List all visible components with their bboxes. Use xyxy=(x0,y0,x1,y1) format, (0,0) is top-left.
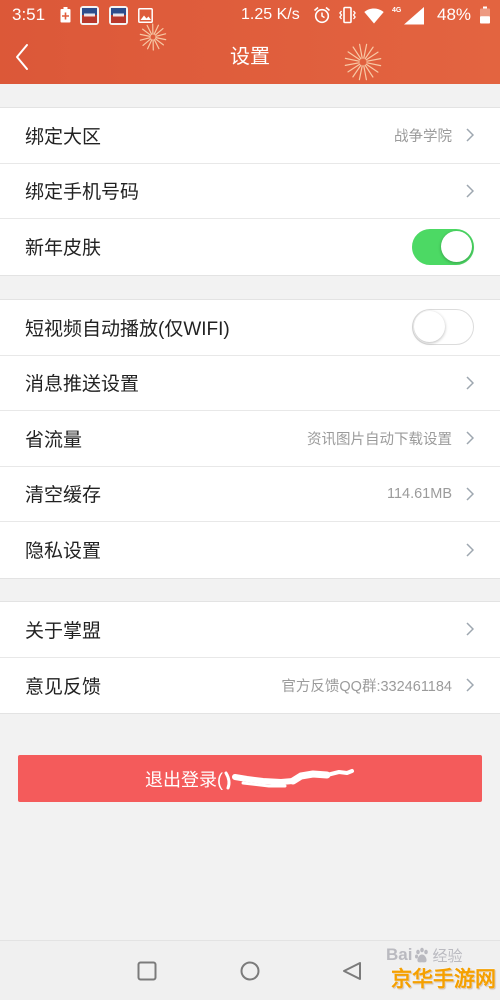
home-icon xyxy=(240,961,260,981)
site-watermark: 京华手游网 xyxy=(391,968,496,991)
chevron-right-icon xyxy=(466,128,474,142)
status-bar: 3:51 1.25 K/s 4G 48% xyxy=(0,0,500,30)
cache-size: 114.61MB xyxy=(386,485,452,502)
new-year-skin-toggle[interactable] xyxy=(412,228,474,265)
row-label: 消息推送设置 xyxy=(25,374,140,396)
home-button[interactable] xyxy=(240,961,260,981)
chevron-left-icon xyxy=(16,44,28,70)
battery-saver-icon xyxy=(60,7,71,23)
recent-apps-button[interactable] xyxy=(137,961,157,981)
chevron-right-icon xyxy=(466,678,474,692)
image-icon xyxy=(138,8,153,23)
battery-icon xyxy=(479,6,491,24)
signal-icon: 4G xyxy=(392,6,430,26)
chevron-right-icon xyxy=(466,543,474,557)
header: 设置 xyxy=(0,30,500,84)
row-label: 清空缓存 xyxy=(25,485,102,507)
video-autoplay-toggle[interactable] xyxy=(412,309,474,346)
back-icon xyxy=(343,962,361,980)
row-label: 隐私设置 xyxy=(25,541,102,563)
battery-percent: 48% xyxy=(437,5,472,24)
paw-icon xyxy=(415,947,429,963)
app-icon xyxy=(109,6,128,25)
row-label: 绑定手机号码 xyxy=(25,182,140,204)
vibrate-icon xyxy=(338,6,357,24)
toggle-knob xyxy=(414,311,445,343)
settings-group-account: 绑定大区 战争学院 绑定手机号码 新年皮肤 xyxy=(0,107,500,276)
row-video-autoplay[interactable]: 短视频自动播放(仅WIFI) xyxy=(0,300,500,356)
row-label: 短视频自动播放(仅WIFI) xyxy=(25,318,230,340)
watermark-logo-text: 经验 xyxy=(432,947,463,965)
row-clear-cache[interactable]: 清空缓存 114.61MB xyxy=(0,467,500,522)
redacted-username-scribble xyxy=(224,768,354,789)
chevron-right-icon xyxy=(466,487,474,501)
row-push-settings[interactable]: 消息推送设置 xyxy=(0,356,500,411)
logout-button[interactable]: 退出登录( xyxy=(18,755,482,802)
row-privacy-settings[interactable]: 隐私设置 xyxy=(0,522,500,578)
status-time: 3:51 xyxy=(12,5,46,24)
network-type: 4G xyxy=(392,7,402,14)
row-value: 战争学院 xyxy=(394,128,452,145)
alarm-icon xyxy=(313,6,331,24)
wifi-icon xyxy=(364,7,384,24)
network-speed: 1.25 K/s xyxy=(241,6,300,23)
row-bind-phone[interactable]: 绑定手机号码 xyxy=(0,164,500,219)
watermark-logo-text: Bai xyxy=(386,945,413,964)
row-data-saver[interactable]: 省流量 资讯图片自动下载设置 xyxy=(0,411,500,467)
settings-group-about: 关于掌盟 意见反馈 官方反馈QQ群:332461184 xyxy=(0,601,500,714)
toggle-knob xyxy=(441,230,472,262)
chevron-right-icon xyxy=(466,376,474,390)
row-label: 省流量 xyxy=(25,429,83,451)
row-feedback[interactable]: 意见反馈 官方反馈QQ群:332461184 xyxy=(0,658,500,714)
system-back-button[interactable] xyxy=(342,961,362,981)
row-value: 官方反馈QQ群:332461184 xyxy=(281,678,452,695)
row-about[interactable]: 关于掌盟 xyxy=(0,602,500,658)
chevron-right-icon xyxy=(466,622,474,636)
chevron-right-icon xyxy=(466,184,474,198)
row-value: 资讯图片自动下载设置 xyxy=(307,431,452,448)
logout-label: 退出登录( xyxy=(145,769,223,790)
battery-fill xyxy=(480,16,490,24)
row-new-year-skin[interactable]: 新年皮肤 xyxy=(0,219,500,275)
settings-group-general: 短视频自动播放(仅WIFI) 消息推送设置 省流量 资讯图片自动下载设置 清空缓… xyxy=(0,299,500,579)
row-label: 新年皮肤 xyxy=(25,238,102,260)
row-label: 意见反馈 xyxy=(25,676,102,698)
recent-apps-icon xyxy=(137,961,157,981)
chevron-right-icon xyxy=(466,431,474,445)
page-title: 设置 xyxy=(230,46,270,68)
baidu-jingyan-watermark: Bai 经验 xyxy=(386,944,462,966)
row-bind-region[interactable]: 绑定大区 战争学院 xyxy=(0,108,500,164)
app-icon xyxy=(80,6,99,25)
row-label: 关于掌盟 xyxy=(25,620,102,642)
back-button[interactable] xyxy=(14,43,34,71)
row-label: 绑定大区 xyxy=(25,126,102,148)
